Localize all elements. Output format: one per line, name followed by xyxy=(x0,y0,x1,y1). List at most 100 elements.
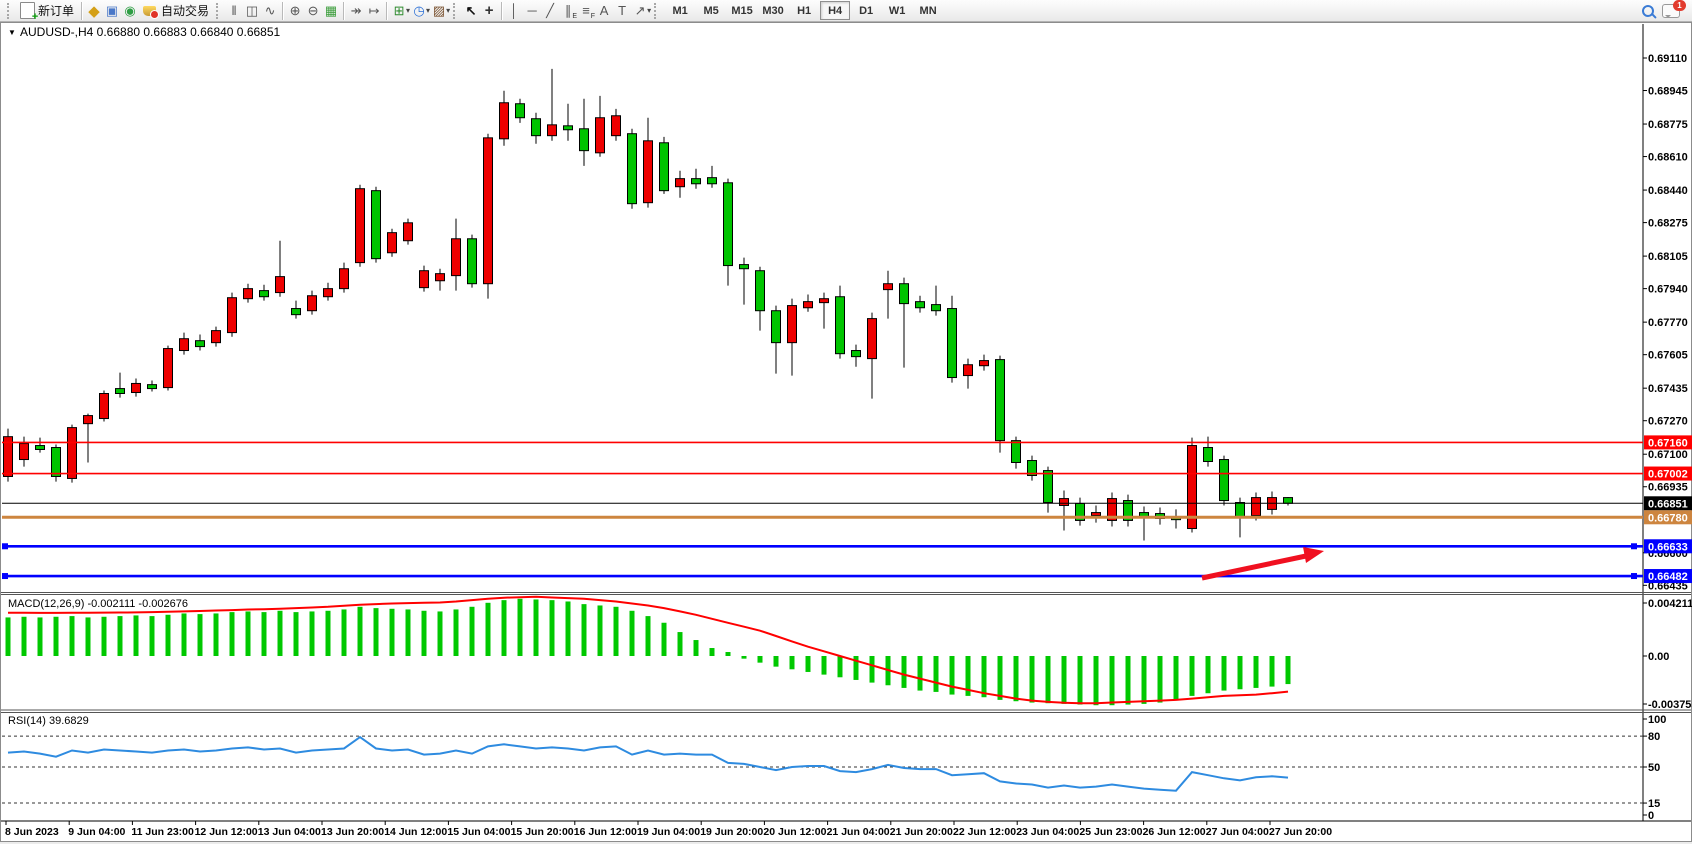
macd-histogram-bar xyxy=(1062,656,1067,704)
toolbar-grip[interactable] xyxy=(216,3,222,19)
macd-histogram-bar xyxy=(342,609,347,656)
horizontal-line-icon[interactable]: ─ xyxy=(523,2,541,19)
price-tick-label: 0.68275 xyxy=(1648,218,1688,230)
rsi-axis-label: 50 xyxy=(1648,762,1660,774)
candle xyxy=(628,134,637,204)
candle xyxy=(100,394,109,419)
time-axis-label: 26 Jun 12:00 xyxy=(1143,826,1206,838)
candle xyxy=(244,289,253,299)
templates-icon[interactable]: ▨ xyxy=(430,2,448,19)
text-icon[interactable]: A xyxy=(595,2,613,19)
chart-canvas[interactable]: 0.691100.689450.687750.686100.684400.682… xyxy=(0,0,1692,844)
candle xyxy=(1236,503,1245,517)
text-label-icon[interactable]: T xyxy=(613,2,631,19)
price-tag-label: 0.67160 xyxy=(1648,437,1688,449)
toolbar-grip[interactable] xyxy=(654,3,660,19)
candle xyxy=(148,385,157,389)
macd-histogram-bar xyxy=(742,656,747,659)
time-axis-label: 11 Jun 23:00 xyxy=(131,826,194,838)
time-axis-label: 21 Jun 20:00 xyxy=(890,826,953,838)
macd-histogram-bar xyxy=(374,608,379,656)
macd-histogram-bar xyxy=(838,656,843,677)
new-order-button[interactable]: + 新订单 xyxy=(16,1,78,20)
macd-histogram-bar xyxy=(214,613,219,656)
auto-scroll-icon[interactable]: ↠ xyxy=(347,2,365,19)
macd-histogram-bar xyxy=(1014,656,1019,701)
candle xyxy=(260,291,269,297)
candlestick-chart-icon[interactable]: ◫ xyxy=(243,2,261,19)
trendline-icon[interactable]: ╱ xyxy=(541,2,559,19)
hline-handle[interactable] xyxy=(1631,543,1637,549)
separator xyxy=(501,2,502,20)
price-tag-label: 0.66482 xyxy=(1648,571,1688,583)
indicators-icon[interactable]: ⊞ xyxy=(390,2,408,19)
fibonacci-icon[interactable]: ≡F xyxy=(577,2,595,19)
cursor-icon[interactable]: ↖ xyxy=(462,2,480,19)
timeframe-H4[interactable]: H4 xyxy=(820,1,850,20)
macd-histogram-bar xyxy=(470,607,475,656)
macd-histogram-bar xyxy=(166,615,171,656)
timeframe-D1[interactable]: D1 xyxy=(851,1,881,20)
time-axis-label: 23 Jun 04:00 xyxy=(1016,826,1079,838)
price-tick-label: 0.68440 xyxy=(1648,185,1688,197)
time-axis-label: 13 Jun 04:00 xyxy=(258,826,321,838)
candle xyxy=(916,302,925,308)
ohlc-expand-icon: ▼ xyxy=(8,28,16,37)
macd-histogram-bar xyxy=(774,656,779,667)
toolbar-grip[interactable] xyxy=(453,3,459,19)
macd-histogram-bar xyxy=(1046,656,1051,703)
timeframe-M1[interactable]: M1 xyxy=(665,1,695,20)
timeframe-M30[interactable]: M30 xyxy=(758,1,788,20)
candle xyxy=(644,141,653,203)
notifications-icon[interactable]: 1 xyxy=(1662,4,1680,18)
toolbar-grip[interactable] xyxy=(7,3,13,19)
market-watch-icon[interactable]: ◆ xyxy=(85,2,103,19)
periods-icon[interactable]: ◷ xyxy=(410,2,428,19)
chart-shift-icon[interactable]: ↦ xyxy=(365,2,383,19)
tile-windows-icon[interactable]: ▦ xyxy=(322,2,340,19)
vertical-line-icon[interactable]: │ xyxy=(505,2,523,19)
search-icon[interactable] xyxy=(1638,2,1658,20)
candle xyxy=(948,309,957,378)
macd-axis-label: 0.004211 xyxy=(1648,598,1692,610)
candle xyxy=(772,311,781,343)
timeframe-M15[interactable]: M15 xyxy=(727,1,757,20)
auto-trading-button[interactable]: 自动交易 xyxy=(139,1,213,20)
rsi-axis-label: 15 xyxy=(1648,798,1660,810)
timeframe-M5[interactable]: M5 xyxy=(696,1,726,20)
equidistant-channel-icon[interactable]: ∥E xyxy=(559,2,577,19)
hline-handle[interactable] xyxy=(2,543,8,549)
bar-chart-icon[interactable]: ‖ xyxy=(225,2,243,19)
macd-histogram-bar xyxy=(678,632,683,656)
signal-icon[interactable]: ◉ xyxy=(121,2,139,19)
price-tick-label: 0.68945 xyxy=(1648,86,1688,98)
hline-handle[interactable] xyxy=(1631,573,1637,579)
chart-window xyxy=(0,22,1692,842)
candle xyxy=(756,271,765,311)
timeframe-H1[interactable]: H1 xyxy=(789,1,819,20)
candle xyxy=(180,339,189,351)
terminal-icon[interactable]: ▣ xyxy=(103,2,121,19)
crosshair-icon[interactable]: + xyxy=(480,2,498,19)
notification-badge: 1 xyxy=(1673,0,1686,11)
time-axis-label: 27 Jun 04:00 xyxy=(1206,826,1269,838)
candle xyxy=(452,239,461,276)
separator xyxy=(343,2,344,20)
macd-histogram-bar xyxy=(534,599,539,656)
candle xyxy=(1284,498,1293,504)
macd-histogram-bar xyxy=(806,656,811,672)
auto-trading-label: 自动交易 xyxy=(161,2,209,19)
macd-histogram-bar xyxy=(1270,656,1275,687)
shapes-icon[interactable]: ↗ xyxy=(631,2,649,19)
line-chart-icon[interactable]: ∿ xyxy=(261,2,279,19)
time-axis-label: 14 Jun 12:00 xyxy=(384,826,447,838)
hline-handle[interactable] xyxy=(2,573,8,579)
zoom-out-icon[interactable]: ⊖ xyxy=(304,2,322,19)
timeframe-W1[interactable]: W1 xyxy=(882,1,912,20)
timeframe-MN[interactable]: MN xyxy=(913,1,943,20)
macd-histogram-bar xyxy=(822,656,827,675)
candle xyxy=(484,138,493,284)
zoom-in-icon[interactable]: ⊕ xyxy=(286,2,304,19)
rsi-axis-label: 100 xyxy=(1648,714,1666,726)
price-tick-label: 0.66935 xyxy=(1648,482,1688,494)
